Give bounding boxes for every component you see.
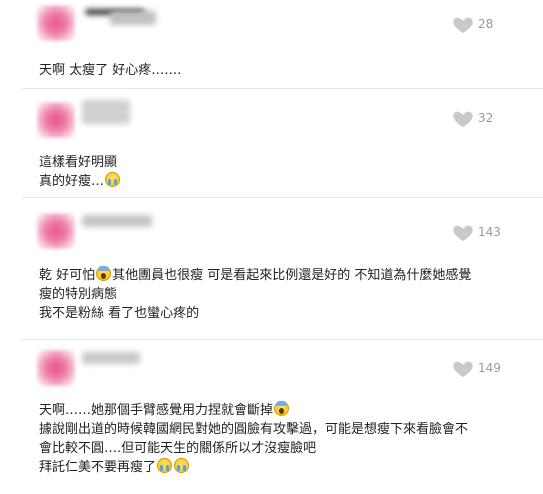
crying-face-icon: [157, 458, 173, 473]
username-blurred[interactable]: [82, 352, 140, 364]
heart-icon[interactable]: [452, 14, 474, 34]
heart-icon[interactable]: [452, 358, 474, 378]
comment-text: 天啊 太瘦了 好心疼…….: [39, 61, 529, 80]
screaming-face-icon: [274, 401, 290, 416]
avatar[interactable]: [37, 213, 75, 249]
like-count: 149: [478, 361, 501, 375]
comment-line: 其他團員也很瘦 可是看起來比例還是好的 不知道為什麼她感覺: [112, 268, 472, 283]
comment-line: 瘦的特別病態: [39, 287, 118, 302]
crying-face-icon: [174, 458, 190, 473]
username-blurred: [110, 11, 156, 25]
divider: [22, 339, 543, 340]
like-count: 143: [478, 225, 501, 239]
comment-line: 天啊……她那個手臂感覺用力捏就會斷掉: [39, 403, 274, 418]
comment-line: 真的好瘦…: [39, 174, 105, 189]
like-count: 32: [478, 111, 494, 125]
divider: [22, 197, 543, 198]
comment-line: 會比較不圓….但可能天生的關係所以才沒瘦臉吧: [39, 441, 317, 456]
heart-icon[interactable]: [452, 222, 474, 242]
divider: [22, 88, 543, 89]
comment-line: 據說剛出道的時候韓國網民對她的圓臉有攻擊過，可能是想瘦下來看臉會不: [39, 422, 469, 437]
comment-line: 拜託仁美不要再瘦了: [39, 460, 157, 475]
comment-line: 乾 好可怕: [39, 268, 96, 283]
avatar[interactable]: [37, 350, 75, 386]
comment-text: 天啊……她那個手臂感覺用力捏就會斷掉 據說剛出道的時候韓國網民對她的圓臉有攻擊過…: [39, 401, 529, 477]
heart-icon[interactable]: [452, 108, 474, 128]
avatar[interactable]: [37, 5, 75, 41]
comment-text: 這樣看好明顯 真的好瘦…: [39, 153, 529, 191]
comment-line: 我不是粉絲 看了也蠻心疼的: [39, 306, 200, 321]
username-blurred[interactable]: [82, 100, 130, 124]
comment-line: 這樣看好明顯: [39, 155, 118, 170]
like-count: 28: [478, 17, 494, 31]
username-blurred[interactable]: [82, 215, 152, 227]
crying-face-icon: [105, 172, 121, 187]
comment-line: 天啊 太瘦了 好心疼…….: [39, 63, 182, 78]
avatar[interactable]: [37, 102, 75, 138]
screaming-face-icon: [96, 266, 112, 281]
comment-text: 乾 好可怕 其他團員也很瘦 可是看起來比例還是好的 不知道為什麼她感覺 瘦的特別病…: [39, 266, 529, 323]
